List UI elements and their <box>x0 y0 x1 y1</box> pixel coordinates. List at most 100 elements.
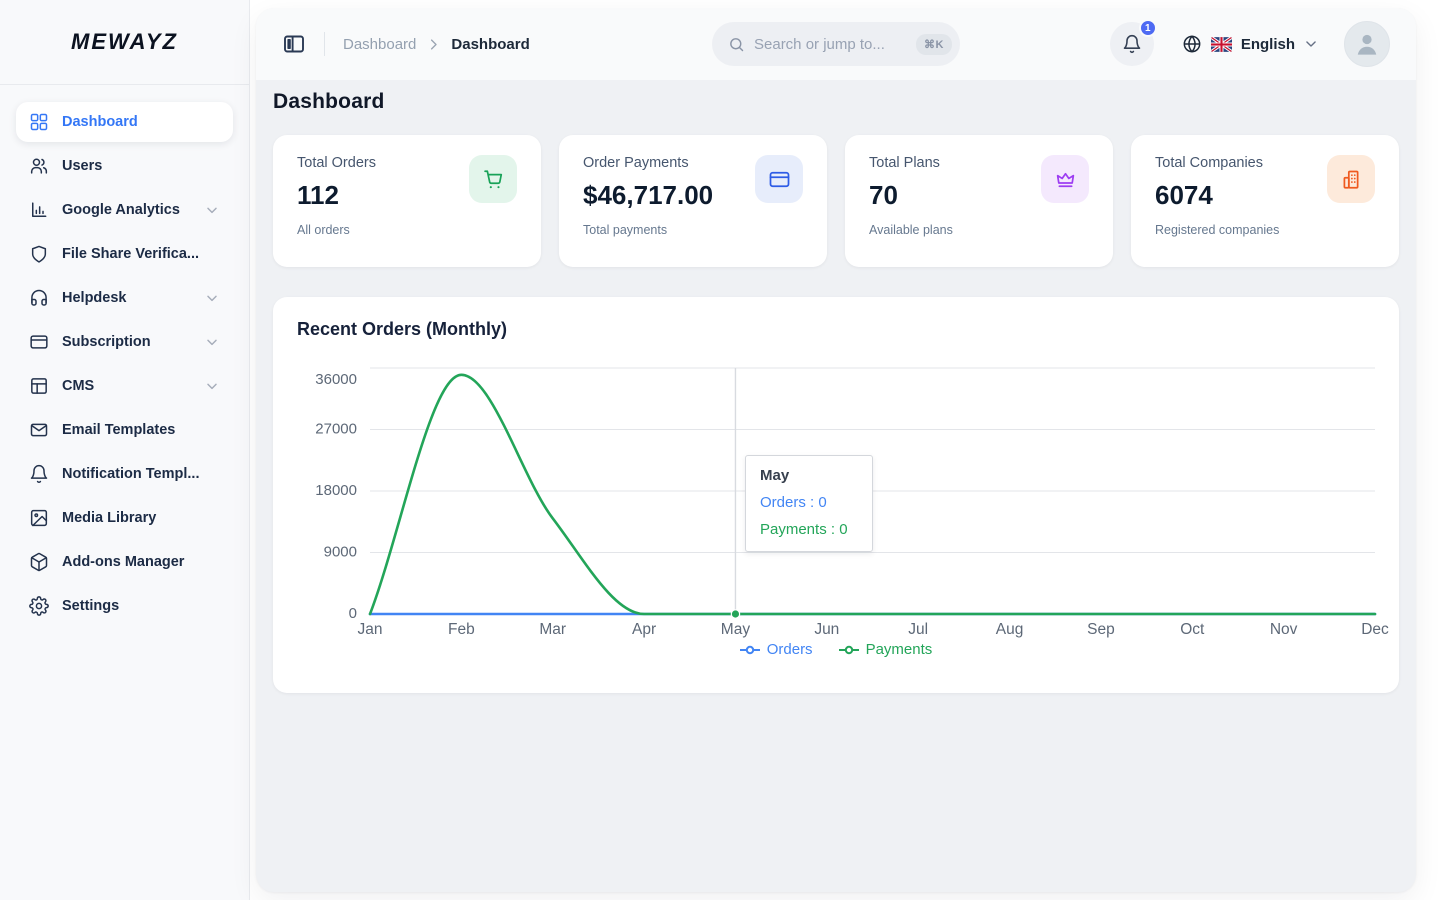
sidebar-item-subscription[interactable]: Subscription <box>16 322 233 362</box>
main-panel: Dashboard Dashboard ⌘K 1 <box>256 8 1416 892</box>
notification-badge: 1 <box>1139 19 1157 37</box>
stat-card-order-payments: Order Payments $46,717.00 Total payments <box>559 135 827 267</box>
hover-point <box>731 610 739 618</box>
person-icon <box>1352 29 1382 59</box>
language-label: English <box>1241 36 1295 53</box>
building-icon-tile <box>1327 155 1375 203</box>
sidebar-nav: Dashboard Users Google Analytics File Sh… <box>0 85 249 647</box>
legend-label: Orders <box>767 641 813 658</box>
sidebar-item-helpdesk[interactable]: Helpdesk <box>16 278 233 318</box>
chart-legend: Orders Payments <box>297 641 1375 658</box>
users-icon <box>29 156 49 176</box>
panel-left-icon <box>282 32 306 56</box>
topbar-divider <box>324 32 325 56</box>
shield-icon <box>29 244 49 264</box>
grid-icon <box>29 112 49 132</box>
svg-text:Jul: Jul <box>908 621 928 638</box>
x-axis-labels: JanFebMarAprMayJunJulAugSepOctNovDec <box>358 621 1390 638</box>
svg-text:Oct: Oct <box>1180 621 1205 638</box>
sidebar-item-notification-templ[interactable]: Notification Templ... <box>16 454 233 494</box>
sidebar-item-label: Notification Templ... <box>62 465 220 484</box>
sidebar-toggle-button[interactable] <box>282 32 306 56</box>
stat-card-total-orders: Total Orders 112 All orders <box>273 135 541 267</box>
crown-icon-tile <box>1041 155 1089 203</box>
y-axis-labels: 09000180002700036000 <box>315 371 357 622</box>
cart-icon-tile <box>469 155 517 203</box>
search-input[interactable] <box>754 36 907 53</box>
tooltip-title: May <box>760 467 858 484</box>
sidebar-item-label: Media Library <box>62 509 220 528</box>
language-selector[interactable]: English <box>1182 34 1318 54</box>
chevron-down-icon <box>1304 37 1318 51</box>
svg-text:Jun: Jun <box>814 621 839 638</box>
sidebar-item-label: Email Templates <box>62 421 220 440</box>
image-icon <box>29 508 49 528</box>
building-icon <box>1340 168 1363 191</box>
sidebar-item-label: CMS <box>62 377 191 396</box>
sidebar-item-settings[interactable]: Settings <box>16 586 233 626</box>
sidebar-item-label: Add-ons Manager <box>62 553 220 572</box>
analytics-icon <box>29 200 49 220</box>
sidebar-item-email-templates[interactable]: Email Templates <box>16 410 233 450</box>
layout-icon <box>29 376 49 396</box>
sidebar-item-cms[interactable]: CMS <box>16 366 233 406</box>
credit-card-icon-tile <box>755 155 803 203</box>
sidebar-item-google-analytics[interactable]: Google Analytics <box>16 190 233 230</box>
legend-label: Payments <box>866 641 933 658</box>
sidebar-item-file-share-verifica[interactable]: File Share Verifica... <box>16 234 233 274</box>
legend-item-orders[interactable]: Orders <box>740 641 813 658</box>
grid-icon <box>29 112 49 132</box>
svg-text:Dec: Dec <box>1361 621 1389 638</box>
sidebar-item-dashboard[interactable]: Dashboard <box>16 102 233 142</box>
sidebar-item-add-ons-manager[interactable]: Add-ons Manager <box>16 542 233 582</box>
page-title: Dashboard <box>273 90 1399 114</box>
svg-text:Jan: Jan <box>358 621 383 638</box>
sidebar-item-media-library[interactable]: Media Library <box>16 498 233 538</box>
legend-item-payments[interactable]: Payments <box>839 641 933 658</box>
globe-icon <box>1182 34 1202 54</box>
chart-title: Recent Orders (Monthly) <box>297 319 1375 340</box>
analytics-icon <box>29 200 49 220</box>
users-icon <box>29 156 49 176</box>
sidebar-item-label: Settings <box>62 597 220 616</box>
svg-text:Mar: Mar <box>539 621 566 638</box>
sidebar-item-label: Google Analytics <box>62 201 191 220</box>
tooltip-payments-line: Payments : 0 <box>760 521 858 538</box>
bell-icon <box>29 464 49 484</box>
uk-flag-icon <box>1211 37 1232 52</box>
sidebar-item-label: Subscription <box>62 333 191 352</box>
svg-text:Aug: Aug <box>996 621 1024 638</box>
credit-card-icon <box>29 332 49 352</box>
headset-icon <box>29 288 49 308</box>
chevron-down-icon <box>204 202 220 218</box>
chart-card: Recent Orders (Monthly) 0900018000270003… <box>273 297 1399 693</box>
svg-text:0: 0 <box>349 605 357 622</box>
chevron-down-icon <box>204 334 220 350</box>
sidebar-item-label: Dashboard <box>62 113 220 132</box>
sidebar: MEWAYZ Dashboard Users Google Analytics … <box>0 0 250 900</box>
topbar-actions: 1 <box>1110 21 1390 67</box>
notifications-button[interactable]: 1 <box>1110 22 1154 66</box>
svg-text:18000: 18000 <box>315 482 357 499</box>
chevron-down-icon <box>204 290 220 306</box>
breadcrumb-parent[interactable]: Dashboard <box>343 36 416 53</box>
cart-icon <box>482 168 505 191</box>
breadcrumb: Dashboard Dashboard <box>343 36 530 53</box>
svg-text:Nov: Nov <box>1270 621 1298 638</box>
search-icon <box>728 36 745 53</box>
legend-marker-payments <box>839 645 859 655</box>
sidebar-item-users[interactable]: Users <box>16 146 233 186</box>
search-shortcut-badge: ⌘K <box>916 34 952 55</box>
legend-marker-orders <box>740 645 760 655</box>
svg-text:36000: 36000 <box>315 371 357 388</box>
sidebar-item-label: File Share Verifica... <box>62 245 220 264</box>
mail-icon <box>29 420 49 440</box>
chart-area[interactable]: 09000180002700036000JanFebMarAprMayJunJu… <box>297 356 1375 658</box>
headset-icon <box>29 288 49 308</box>
sidebar-item-label: Users <box>62 157 220 176</box>
top-bar: Dashboard Dashboard ⌘K 1 <box>256 8 1416 80</box>
user-avatar[interactable] <box>1344 21 1390 67</box>
gear-icon <box>29 596 49 616</box>
package-icon <box>29 552 49 572</box>
search-bar[interactable]: ⌘K <box>712 22 960 66</box>
